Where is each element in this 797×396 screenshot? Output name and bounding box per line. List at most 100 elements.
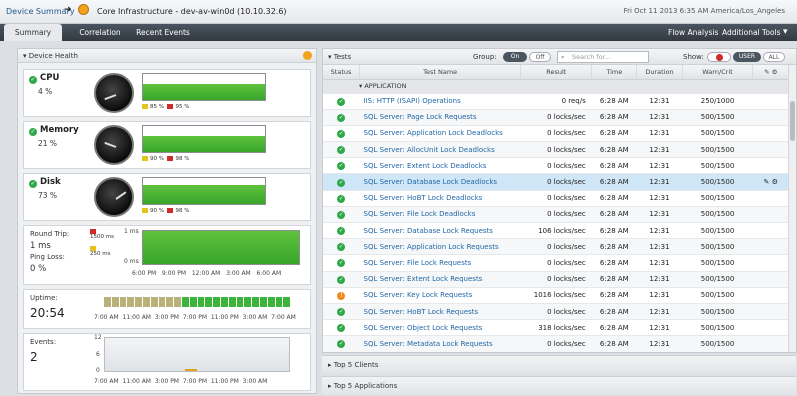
roundtrip-card: Round Trip: 1 ms Ping Loss: 0 % 1500 ms … [23,225,311,285]
test-name-link[interactable]: SQL Server: Application Lock Deadlocks [359,125,521,143]
chevron-down-icon[interactable]: ▾ [783,24,788,41]
uptime-segment [259,297,267,307]
gauge-needle [104,94,117,101]
warn-crit-cell: 500/1500 [682,109,753,126]
tab-correlation[interactable]: Correlation [70,24,130,41]
col-result[interactable]: Result [520,65,593,80]
table-row[interactable]: ✓ SQL Server: HoBT Lock Deadlocks 0 locks/… [323,190,789,207]
status-cell: ✓ [323,303,360,321]
table-row[interactable]: ✓ SQL Server: Application Lock Requests 0 … [323,238,789,256]
table-row[interactable]: ✓ SQL Server: File Lock Deadlocks 0 locks/… [323,206,789,224]
table-row[interactable]: ✓ SQL Server: Object Lock Requests 318 loc… [323,319,789,337]
status-ok-icon: ✓ [337,113,346,122]
test-name-link[interactable]: SQL Server: Metadata Lock Requests [359,335,521,352]
ping-loss-label: Ping Loss: [30,253,65,261]
cpu-card: ✓ CPU 4 % 85 % 95 % [23,69,311,117]
group-row[interactable]: ▾ APPLICATION [323,79,789,94]
test-name-link[interactable]: SQL Server: HoBT Lock Deadlocks [359,190,521,207]
duration-cell: 12:31 [636,157,683,175]
group-off-toggle[interactable]: Off [529,52,551,62]
test-name-link[interactable]: SQL Server: File Lock Deadlocks [359,206,521,224]
result-cell: 0 locks/sec [520,190,592,207]
row-tools [752,238,789,256]
memory-gauge [94,125,134,165]
table-row[interactable]: ! SQL Server: Key Lock Requests 1016 locks… [323,287,789,304]
table-row[interactable]: ✓ SQL Server: Database Lock Deadlocks 0 lo… [323,173,789,191]
test-name-link[interactable]: SQL Server: Page Lock Requests [359,109,521,126]
uptime-segment [150,297,158,307]
filter-user-toggle[interactable]: USER [733,52,761,62]
tests-panel: ▾ Tests Group: On Off ⌕ Search for... Sho… [322,48,797,353]
col-test-name[interactable]: Test Name [359,65,522,80]
test-name-link[interactable]: SQL Server: Extent Lock Requests [359,271,521,288]
table-row[interactable]: ✓ SQL Server: Database Lock Requests 106 l… [323,222,789,240]
test-name-link[interactable]: SQL Server: File Lock Requests [359,254,521,272]
time-cell: 6:28 AM [591,287,637,304]
col-status[interactable]: Status [323,65,361,80]
cpu-legend: 85 % 95 % [142,104,189,110]
table-row[interactable]: ✓ SQL Server: HoBT Lock Requests 0 locks/s… [323,303,789,321]
show-label: Show: [683,53,704,61]
disk-value: 73 % [38,191,58,200]
tab-additional-tools[interactable]: Additional Tools [722,24,781,41]
test-name-link[interactable]: SQL Server: Extent Lock Deadlocks [359,157,521,175]
scrollbar[interactable] [788,65,796,352]
top5-applications-section[interactable]: ▸ Top 5 Applications [322,376,796,395]
test-name-link[interactable]: SQL Server: Database Lock Deadlocks [359,173,521,191]
top5-clients-section[interactable]: ▸ Top 5 Clients [322,355,796,374]
test-name-link[interactable]: IIS: HTTP (ISAPI) Operations [359,93,521,110]
test-name-link[interactable]: SQL Server: Database Lock Requests [359,222,521,240]
col-time[interactable]: Time [591,65,638,80]
row-tools [752,93,789,110]
filter-all-toggle[interactable]: ALL [763,52,785,62]
uptime-segment [197,297,205,307]
table-row[interactable]: ✓ SQL Server: File Lock Requests 0 locks/s… [323,254,789,272]
uptime-segment [252,297,259,307]
test-name-link[interactable]: SQL Server: HoBT Lock Requests [359,303,521,321]
group-on-toggle[interactable]: On [503,52,527,62]
uptime-segment [166,297,174,307]
tab-flow-analysis[interactable]: Flow Analysis [668,24,718,41]
table-row[interactable]: ✓ SQL Server: Extent Lock Deadlocks 0 lock… [323,157,789,175]
tab-recent-events[interactable]: Recent Events [132,24,194,41]
uptime-card: Uptime: 20:54 7:00 AM 11:00 AM 3:00 PM 7… [23,289,311,329]
roundtrip-xticks: 6:00 PM 9:00 PM 12:00 AM 3:00 AM 6:00 AM [132,270,282,277]
status-ok-icon: ✓ [337,308,346,317]
test-name-link[interactable]: SQL Server: Key Lock Requests [359,287,521,304]
test-name-link[interactable]: SQL Server: Application Lock Requests [359,238,521,256]
result-cell: 0 locks/sec [520,254,592,272]
search-input[interactable]: ⌕ Search for... [557,51,649,63]
result-cell: 0 locks/sec [520,335,592,352]
scrollbar-thumb[interactable] [790,101,795,141]
table-row[interactable]: ✓ SQL Server: Extent Lock Requests 0 locks… [323,271,789,288]
table-row[interactable]: ✓ SQL Server: Page Lock Requests 0 locks/s… [323,109,789,126]
col-duration[interactable]: Duration [636,65,683,80]
alert-icon[interactable] [303,51,312,60]
tests-table-wrap: Status Test Name Result Time Duration Wa… [323,65,789,352]
warn-crit-cell: 500/1500 [682,271,753,288]
status-cell: ✓ [323,319,360,337]
status-cell: ✓ [323,222,360,240]
device-health-header[interactable]: ▾ Device Health [18,49,316,63]
table-row[interactable]: ✓ SQL Server: Metadata Lock Requests 0 loc… [323,335,789,352]
time-cell: 6:28 AM [591,141,637,159]
edit-icon[interactable]: ✎ [764,178,770,186]
filter-critical-toggle[interactable] [707,52,731,62]
warn-crit-cell: 500/1500 [682,303,753,321]
status-warn-icon: ! [337,291,346,300]
tab-summary[interactable]: Summary [4,24,62,41]
col-warn-crit[interactable]: Warn/Crit [682,65,754,80]
test-name-link[interactable]: SQL Server: AllocUnit Lock Deadlocks [359,141,521,159]
table-row[interactable]: ✓ SQL Server: AllocUnit Lock Deadlocks 0 l… [323,141,789,159]
warn-crit-cell: 500/1500 [682,190,753,207]
table-row[interactable]: ✓ IIS: HTTP (ISAPI) Operations 0 req/s 6:28… [323,93,789,110]
row-tools [752,109,789,126]
row-tools [752,190,789,207]
ping-loss-value: 0 % [30,264,47,274]
tests-header[interactable]: ▾ Tests Group: On Off ⌕ Search for... Sho… [323,49,796,65]
test-name-link[interactable]: SQL Server: Object Lock Requests [359,319,521,337]
roundtrip-chart [142,230,300,265]
settings-icon[interactable]: ⚙ [772,178,778,186]
duration-cell: 12:31 [636,93,683,110]
table-row[interactable]: ✓ SQL Server: Application Lock Deadlocks 0… [323,125,789,143]
